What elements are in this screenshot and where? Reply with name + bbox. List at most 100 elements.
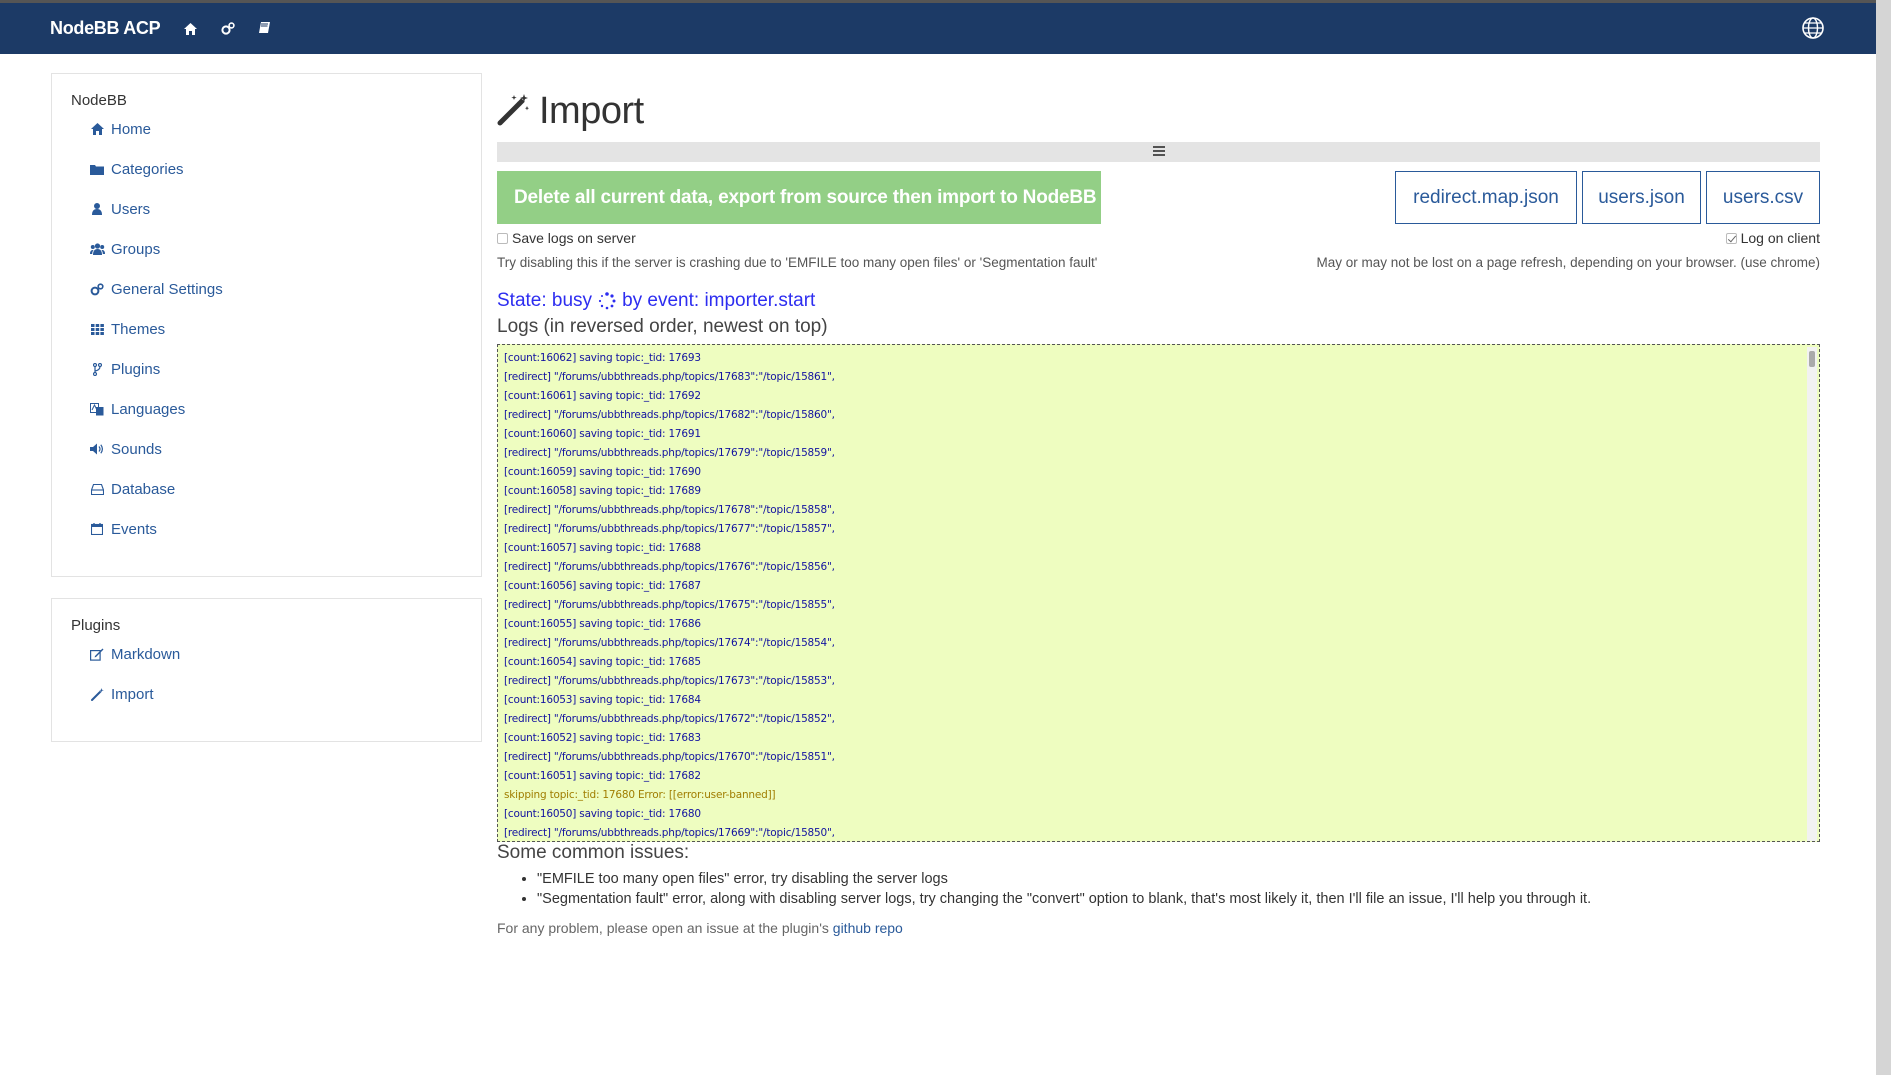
- calendar-icon: [89, 521, 105, 537]
- hdd-icon: [89, 481, 105, 497]
- github-repo-link[interactable]: github repo: [833, 920, 903, 936]
- save-logs-checkbox[interactable]: [497, 233, 508, 244]
- sidebar-item-themes[interactable]: Themes: [71, 309, 481, 349]
- save-logs-hint: Try disabling this if the server is cras…: [497, 255, 1098, 270]
- start-import-button[interactable]: Delete all current data, export from sou…: [497, 171, 1101, 224]
- log-line: [count:16053] saving topic:_tid: 17684: [504, 694, 701, 706]
- log-line: [redirect] "/forums/ubbthreads.php/topic…: [504, 713, 835, 725]
- sidebar-nodebb-panel: NodeBB Home Categories Users Groups General …: [51, 73, 482, 577]
- log-line: [count:16061] saving topic:_tid: 17692: [504, 390, 701, 402]
- log-line: [redirect] "/forums/ubbthreads.php/topic…: [504, 561, 835, 573]
- main-content: Import Delete all current data, export f…: [497, 88, 1820, 936]
- log-line: [count:16055] saving topic:_tid: 17686: [504, 618, 701, 630]
- sidebar-item-categories[interactable]: Categories: [71, 149, 481, 189]
- log-line: [redirect] "/forums/ubbthreads.php/topic…: [504, 827, 835, 839]
- log-line: [redirect] "/forums/ubbthreads.php/topic…: [504, 751, 835, 763]
- sidebar-item-languages[interactable]: Languages: [71, 389, 481, 429]
- log-client-label: Log on client: [1740, 230, 1820, 246]
- log-line: [count:16051] saving topic:_tid: 17682: [504, 770, 701, 782]
- hamburger-icon: [1152, 143, 1165, 161]
- log-client-option[interactable]: Log on client: [1725, 230, 1820, 246]
- sidebar-section-title: NodeBB: [71, 92, 127, 109]
- navbar: NodeBB ACP: [0, 3, 1876, 54]
- sidebar-item-sounds[interactable]: Sounds: [71, 429, 481, 469]
- issue-item: "EMFILE too many open files" error, try …: [537, 871, 1820, 887]
- log-line: [count:16050] saving topic:_tid: 17680: [504, 808, 701, 820]
- sidebar-item-label: Groups: [111, 240, 161, 258]
- grid-icon: [89, 321, 105, 337]
- sidebar-item-label: Sounds: [111, 440, 162, 458]
- log-line: [count:16057] saving topic:_tid: 17688: [504, 542, 701, 554]
- sidebar-item-database[interactable]: Database: [71, 469, 481, 509]
- brand-link[interactable]: NodeBB ACP: [50, 18, 161, 39]
- logs-scroll-thumb[interactable]: [1809, 351, 1815, 367]
- sidebar-item-label: General Settings: [111, 280, 223, 298]
- log-line: [count:16062] saving topic:_tid: 17693: [504, 352, 701, 364]
- sidebar-item-groups[interactable]: Groups: [71, 229, 481, 269]
- log-line: [redirect] "/forums/ubbthreads.php/topic…: [504, 637, 835, 649]
- log-line: [count:16056] saving topic:_tid: 17687: [504, 580, 701, 592]
- sidebar-item-markdown[interactable]: Markdown: [71, 634, 481, 674]
- sidebar-item-label: Users: [111, 200, 151, 218]
- log-line: [redirect] "/forums/ubbthreads.php/topic…: [504, 409, 835, 421]
- log-line: [count:16054] saving topic:_tid: 17685: [504, 656, 701, 668]
- sidebar-item-label: Markdown: [111, 645, 181, 663]
- save-logs-option[interactable]: Save logs on server: [497, 230, 636, 246]
- log-line: [count:16060] saving topic:_tid: 17691: [504, 428, 701, 440]
- sidebar-item-home[interactable]: Home: [71, 109, 481, 149]
- user-icon: [89, 201, 105, 217]
- book-icon[interactable]: [259, 22, 271, 35]
- sidebar-item-users[interactable]: Users: [71, 189, 481, 229]
- edit-icon: [89, 646, 105, 662]
- sidebar-item-label: Events: [111, 520, 157, 538]
- collapse-handle[interactable]: [497, 142, 1820, 162]
- sidebar-item-events[interactable]: Events: [71, 509, 481, 549]
- log-line: [redirect] "/forums/ubbthreads.php/topic…: [504, 523, 835, 535]
- group-icon: [89, 241, 105, 257]
- log-client-checkbox[interactable]: [1725, 233, 1737, 244]
- magic-icon: [89, 686, 105, 702]
- state-suffix: by event: importer.start: [622, 290, 816, 311]
- sidebar-item-label: Import: [111, 685, 154, 703]
- folder-icon: [89, 161, 105, 177]
- sidebar-item-import[interactable]: Import: [71, 674, 481, 714]
- sidebar-section-title: Plugins: [71, 617, 121, 634]
- home-icon: [89, 121, 105, 137]
- sidebar-item-plugins[interactable]: Plugins: [71, 349, 481, 389]
- log-line: [count:16052] saving topic:_tid: 17683: [504, 732, 701, 744]
- home-icon[interactable]: [184, 22, 198, 35]
- issue-item: "Segmentation fault" error, along with d…: [537, 891, 1820, 907]
- sidebar-item-label: Categories: [111, 160, 184, 178]
- sidebar-item-label: Plugins: [111, 360, 161, 378]
- log-line: [count:16058] saving topic:_tid: 17689: [504, 485, 701, 497]
- logs-title: Logs (in reversed order, newest on top): [497, 316, 828, 337]
- sidebar-item-label: Home: [111, 120, 152, 138]
- spinner-icon: [598, 292, 616, 310]
- save-logs-label: Save logs on server: [512, 230, 636, 246]
- download-users-json-button[interactable]: users.json: [1582, 171, 1701, 224]
- log-line: [count:16059] saving topic:_tid: 17690: [504, 466, 701, 478]
- logs-scrollbar[interactable]: [1807, 347, 1817, 841]
- issues-title: Some common issues:: [497, 842, 690, 863]
- logs-box[interactable]: [count:16062] saving topic:_tid: 17693 [r…: [497, 344, 1820, 842]
- sidebar-item-general-settings[interactable]: General Settings: [71, 269, 481, 309]
- magic-wand-icon: [497, 92, 531, 131]
- globe-icon[interactable]: [1802, 17, 1824, 44]
- log-line: [redirect] "/forums/ubbthreads.php/topic…: [504, 504, 835, 516]
- import-state: State: busy by event: importer.start: [497, 290, 1820, 312]
- sidebar-item-label: Languages: [111, 400, 186, 418]
- page: NodeBB ACP NodeBB Home Categories Users Gro…: [0, 0, 1876, 1075]
- window-edge: [1876, 0, 1891, 1075]
- cogs-icon[interactable]: [221, 22, 236, 35]
- sidebar: NodeBB Home Categories Users Groups General …: [51, 73, 482, 763]
- download-redirect-map-button[interactable]: redirect.map.json: [1395, 171, 1577, 224]
- download-users-csv-button[interactable]: users.csv: [1706, 171, 1820, 224]
- log-client-hint: May or may not be lost on a page refresh…: [1316, 255, 1820, 270]
- log-line: [redirect] "/forums/ubbthreads.php/topic…: [504, 447, 835, 459]
- cogs-icon: [89, 281, 105, 297]
- sidebar-item-label: Database: [111, 480, 176, 498]
- issues-list: "EMFILE too many open files" error, try …: [537, 871, 1820, 907]
- log-line-warning: skipping topic:_tid: 17680 Error: [[erro…: [504, 789, 776, 801]
- sidebar-item-label: Themes: [111, 320, 166, 338]
- state-prefix: State: busy: [497, 290, 593, 311]
